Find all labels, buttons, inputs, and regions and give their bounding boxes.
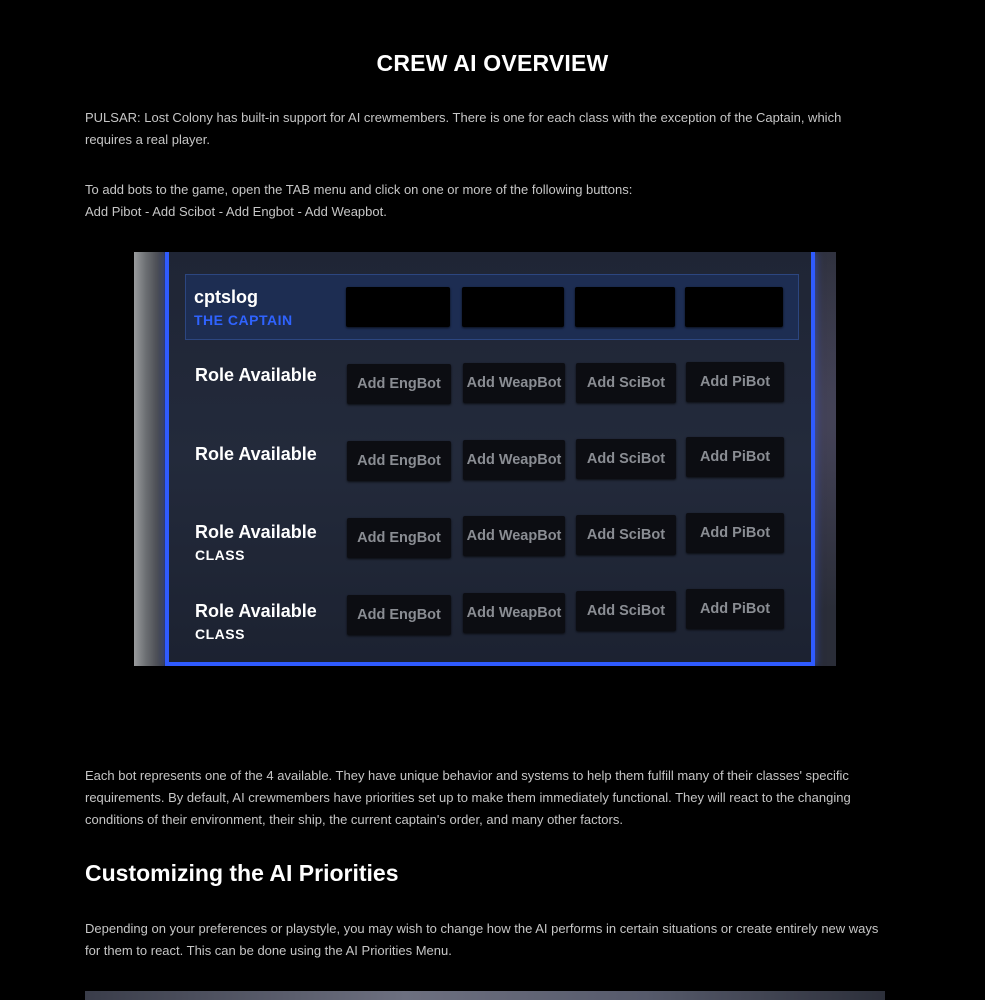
captain-slot-4 xyxy=(685,287,783,327)
add-scibot-button[interactable]: Add SciBot xyxy=(576,591,676,631)
add-scibot-button[interactable]: Add SciBot xyxy=(576,363,676,403)
add-weapbot-button[interactable]: Add WeapBot xyxy=(463,363,565,403)
role-row: Role Available CLASS Add EngBot Add Weap… xyxy=(187,510,797,576)
crew-menu-screenshot: cptslog THE CAPTAIN Role Available Add E… xyxy=(134,252,836,666)
role-title: Role Available xyxy=(195,444,317,464)
captain-role: THE CAPTAIN xyxy=(194,312,293,328)
page-title: CREW AI OVERVIEW xyxy=(376,50,609,76)
captain-row: cptslog THE CAPTAIN xyxy=(185,274,799,340)
add-pibot-button[interactable]: Add PiBot xyxy=(686,513,784,553)
bot-paragraph: Each bot represents one of the 4 availab… xyxy=(85,768,851,827)
add-scibot-button[interactable]: Add SciBot xyxy=(576,515,676,555)
add-engbot-button[interactable]: Add EngBot xyxy=(347,518,451,558)
add-engbot-button[interactable]: Add EngBot xyxy=(347,364,451,404)
add-pibot-button[interactable]: Add PiBot xyxy=(686,437,784,477)
role-sub: CLASS xyxy=(195,626,245,642)
captain-name: cptslog xyxy=(194,287,259,307)
captain-slot-2 xyxy=(462,287,564,327)
role-title: Role Available xyxy=(195,601,317,621)
role-title: Role Available xyxy=(195,365,317,385)
instructions-line-1: To add bots to the game, open the TAB me… xyxy=(85,182,633,197)
role-title: Role Available xyxy=(195,522,317,542)
role-sub: CLASS xyxy=(195,547,245,563)
add-weapbot-button[interactable]: Add WeapBot xyxy=(463,516,565,556)
customize-paragraph: Depending on your preferences or playsty… xyxy=(85,921,879,958)
section-heading: Customizing the AI Priorities xyxy=(85,860,399,886)
instructions-line-2: Add Pibot - Add Scibot - Add Engbot - Ad… xyxy=(85,204,387,219)
add-pibot-button[interactable]: Add PiBot xyxy=(686,589,784,629)
role-row: Role Available Add EngBot Add WeapBot Ad… xyxy=(187,432,797,498)
role-row: Role Available Add EngBot Add WeapBot Ad… xyxy=(187,353,797,419)
ai-priorities-image xyxy=(85,991,885,1000)
add-pibot-button[interactable]: Add PiBot xyxy=(686,362,784,402)
add-engbot-button[interactable]: Add EngBot xyxy=(347,595,451,635)
captain-slot-1 xyxy=(346,287,450,327)
add-weapbot-button[interactable]: Add WeapBot xyxy=(463,440,565,480)
screenshot-bevel xyxy=(134,252,164,666)
role-row: Role Available CLASS Add EngBot Add Weap… xyxy=(187,589,797,655)
crew-panel: cptslog THE CAPTAIN Role Available Add E… xyxy=(165,252,815,666)
intro-paragraph: PULSAR: Lost Colony has built-in support… xyxy=(85,110,842,147)
add-scibot-button[interactable]: Add SciBot xyxy=(576,439,676,479)
add-engbot-button[interactable]: Add EngBot xyxy=(347,441,451,481)
captain-slot-3 xyxy=(575,287,675,327)
add-weapbot-button[interactable]: Add WeapBot xyxy=(463,593,565,633)
